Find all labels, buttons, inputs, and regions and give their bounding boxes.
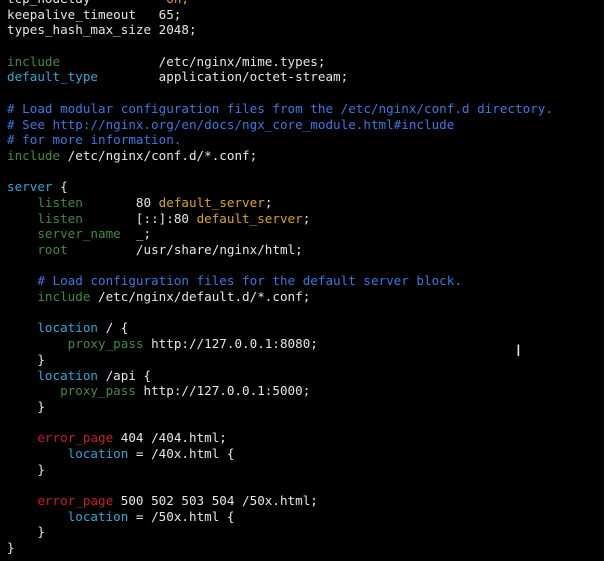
code-line: location /api {: [7, 368, 553, 384]
code-line: proxy_pass http://127.0.0.1:8080;: [7, 336, 553, 352]
code-line: error_page 500 502 503 504 /50x.html;: [7, 493, 553, 509]
code-token: {: [52, 179, 68, 195]
code-line: }: [7, 399, 553, 415]
code-line: keepalive_timeout 65;: [7, 7, 553, 23]
code-token: 80: [82, 194, 159, 210]
code-line: }: [7, 462, 553, 478]
code-line: server_name _;: [7, 226, 553, 242]
code-line: proxy_pass http://127.0.0.1:5000;: [7, 383, 553, 399]
code-token: on;: [166, 0, 189, 6]
code-token: # for more information.: [7, 132, 182, 148]
code-token: 500 502 503 504 /50x.html;: [113, 493, 318, 508]
code-token: http://127.0.0.1:8080;: [143, 336, 318, 352]
code-line: }: [7, 540, 553, 556]
code-line: include /etc/nginx/default.d/*.conf;: [7, 289, 553, 305]
code-token: }: [7, 351, 45, 367]
code-token: # Load modular configuration files from …: [7, 100, 553, 116]
code-line: error_page 404 /404.html;: [7, 430, 553, 446]
code-line: listen [::]:80 default_server;: [7, 211, 553, 227]
code-token: /api {: [98, 367, 152, 383]
code-token: server: [7, 179, 53, 195]
code-token: keepalive_timeout 65;: [7, 6, 182, 22]
code-token: # Load configuration files for the defau…: [7, 273, 462, 289]
code-line: # Load configuration files for the defau…: [7, 273, 553, 289]
code-line: include /etc/nginx/conf.d/*.conf;: [7, 148, 553, 164]
code-token: server_name: [7, 226, 121, 242]
code-token: http://127.0.0.1:5000;: [135, 383, 311, 399]
code-token: proxy_pass: [7, 383, 136, 399]
code-token: _;: [120, 226, 152, 242]
code-token: include: [7, 53, 61, 69]
code-line: }: [7, 352, 553, 368]
code-token: types_hash_max_size 2048;: [7, 22, 197, 38]
code-line: location = /50x.html {: [7, 509, 553, 525]
code-line: include /etc/nginx/mime.types;: [7, 54, 553, 70]
code-line: root /usr/share/nginx/html;: [7, 242, 553, 258]
code-token: proxy_pass: [7, 336, 144, 352]
code-token: = /40x.html {: [128, 445, 235, 461]
code-token: location: [7, 367, 98, 383]
code-line: # See http://nginx.org/en/docs/ngx_core_…: [7, 117, 553, 133]
code-token: /etc/nginx/mime.types;: [60, 53, 326, 69]
code-line: default_type application/octet-stream;: [7, 69, 553, 85]
code-token: root: [7, 242, 68, 257]
text-cursor-icon: I: [516, 341, 521, 360]
code-line: # Load modular configuration files from …: [7, 101, 553, 117]
code-token: location: [7, 320, 98, 336]
code-token: # See http://nginx.org/en/docs/ngx_core_…: [7, 116, 455, 132]
code-line: types_hash_max_size 2048;: [7, 22, 553, 38]
code-token: default_server: [158, 194, 265, 210]
code-line: tcp_nodelay on;: [7, 0, 553, 7]
code-token: include: [7, 147, 61, 163]
code-token: }: [7, 524, 45, 540]
code-token: include: [7, 289, 91, 305]
code-line: location = /40x.html {: [7, 446, 553, 462]
code-token: location: [7, 445, 129, 461]
code-token: /etc/nginx/default.d/*.conf;: [90, 289, 311, 305]
code-token: error_page: [7, 493, 114, 508]
terminal-window[interactable]: tcp_nodelay on;keepalive_timeout 65;type…: [0, 0, 604, 561]
code-token: / {: [98, 320, 129, 336]
code-token: }: [7, 398, 45, 414]
code-token: 404 /404.html;: [113, 430, 227, 446]
code-token: location: [7, 508, 129, 524]
code-token: [::]:80: [82, 210, 197, 226]
code-token: default_type: [7, 69, 98, 85]
window-edge: [604, 0, 614, 561]
code-line: # for more information.: [7, 132, 553, 148]
code-token: default_server: [196, 210, 303, 226]
code-token: /usr/share/nginx/html;: [67, 242, 303, 257]
code-token: tcp_nodelay: [7, 0, 90, 6]
code-token: = /50x.html {: [128, 508, 235, 524]
code-token: application/octet-stream;: [98, 69, 349, 85]
code-token: ;: [264, 194, 273, 210]
code-line: location / {: [7, 320, 553, 336]
code-token: /etc/nginx/conf.d/*.conf;: [60, 147, 258, 163]
code-token: error_page: [7, 430, 114, 446]
code-line: }: [7, 524, 553, 540]
code-token: }: [7, 461, 45, 477]
code-token: }: [7, 540, 15, 556]
nginx-config-text[interactable]: tcp_nodelay on;keepalive_timeout 65;type…: [7, 0, 553, 556]
code-token: listen: [7, 194, 83, 210]
code-line: server {: [7, 179, 553, 195]
code-line: listen 80 default_server;: [7, 195, 553, 211]
code-token: listen: [7, 210, 83, 226]
code-token: ;: [302, 210, 311, 226]
